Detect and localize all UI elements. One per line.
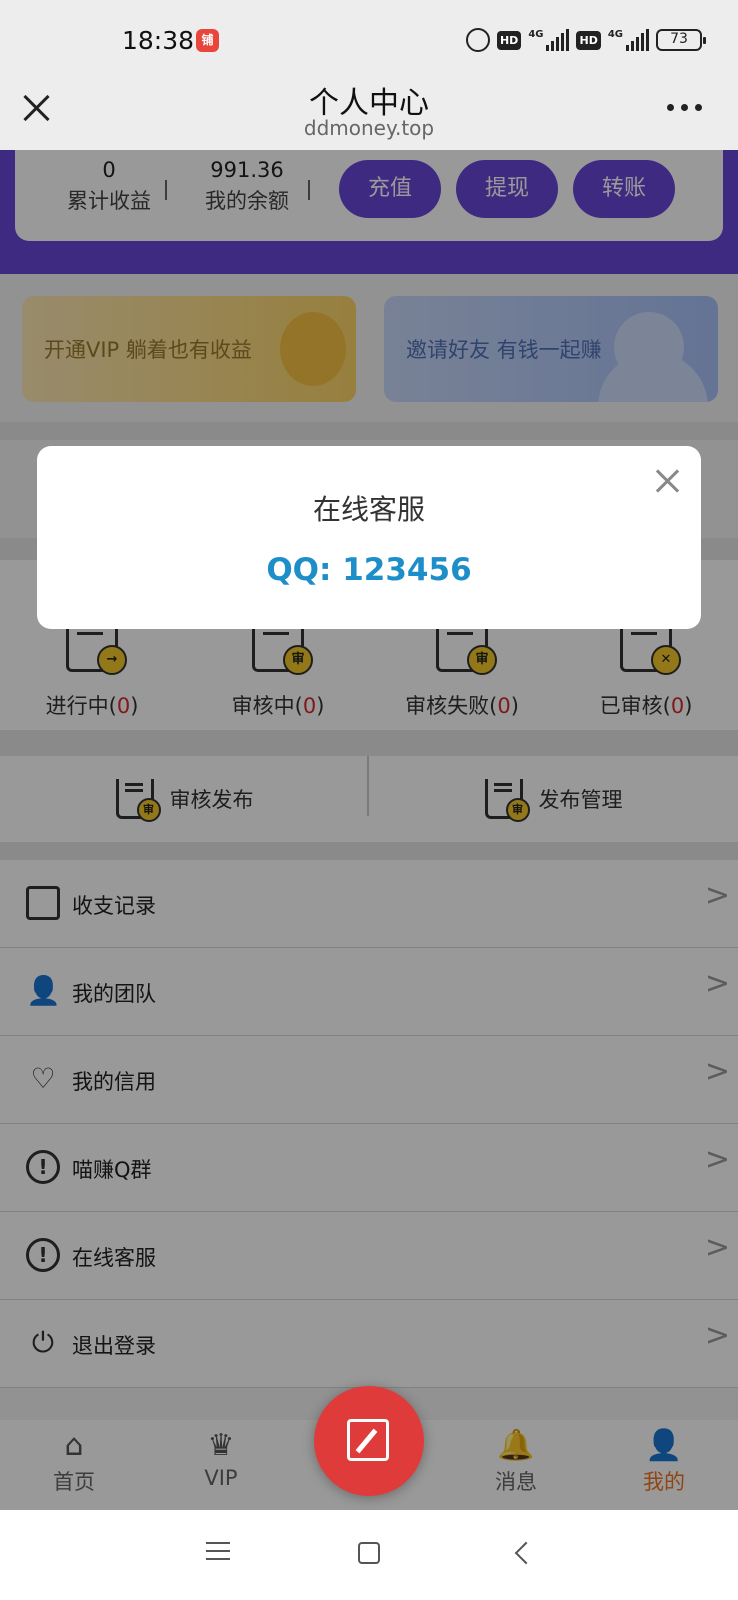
hd-badge: HD (576, 30, 601, 50)
alarm-icon (465, 28, 490, 52)
edit-icon (347, 1419, 389, 1461)
modal-backdrop[interactable] (0, 150, 738, 1510)
system-nav-bar (0, 1510, 738, 1600)
network-type: 4G (607, 29, 623, 40)
battery-icon: 73 (656, 29, 706, 51)
menu-icon[interactable] (206, 1542, 230, 1566)
status-indicators: HD 4G HD 4G 73 (465, 28, 706, 52)
modal-title: 在线客服 (312, 493, 425, 526)
status-time: 18:38 (122, 26, 195, 55)
title-bar: 个人中心 ddmoney.top (0, 78, 738, 150)
service-modal: 在线客服 QQ: 123456 (37, 446, 701, 629)
status-bar: 18:38 铺 HD 4G HD 4G 73 (0, 0, 738, 78)
home-square-icon[interactable] (358, 1542, 380, 1564)
more-options-icon[interactable] (667, 104, 702, 111)
qq-number: QQ: 123456 (266, 552, 472, 588)
app-notification-icon: 铺 (196, 29, 219, 52)
publish-fab-button[interactable] (314, 1386, 424, 1496)
signal-icon: 4G (608, 29, 649, 51)
back-icon[interactable] (514, 1541, 538, 1565)
signal-icon: 4G (528, 29, 570, 51)
page-domain: ddmoney.top (303, 116, 435, 140)
hd-badge: HD (496, 30, 522, 50)
network-type: 4G (528, 29, 544, 40)
